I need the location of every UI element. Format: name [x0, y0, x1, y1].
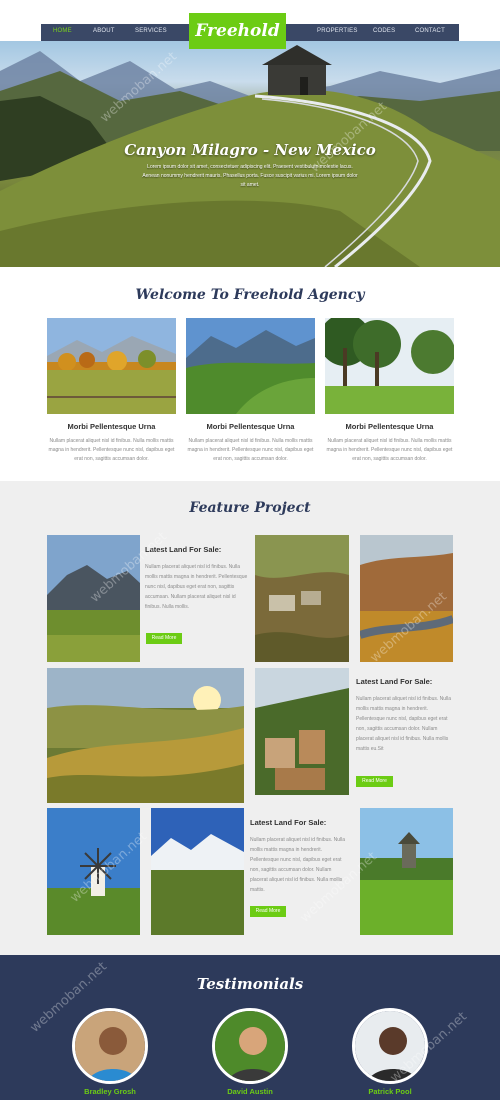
site-logo[interactable]: Freehold — [189, 13, 286, 49]
snowy-mountain-image — [151, 808, 244, 935]
feature-block-text: Nullam placerat aliquet nisl id finibus.… — [250, 837, 346, 893]
autumn-field-image — [47, 318, 176, 414]
feature-title: Feature Project — [189, 500, 311, 516]
card-title: Morbi Pellentesque Urna — [67, 422, 156, 431]
page: Canyon Milagro - New Mexico Lorem ipsum … — [0, 0, 500, 1100]
nav-about[interactable]: ABOUT — [93, 28, 115, 34]
card-title: Morbi Pellentesque Urna — [345, 422, 434, 431]
feature-block-title: Latest Land For Sale: — [145, 545, 222, 554]
mountain-farm-image — [47, 535, 140, 662]
green-valley-image — [186, 318, 315, 414]
feature-block-title: Latest Land For Sale: — [356, 677, 433, 686]
hero-text: Lorem ipsum dolor sit amet, consectetuer… — [142, 164, 358, 188]
feature-block-text: Nullam placerat aliquet nisl id finibus.… — [356, 696, 452, 752]
welcome-card-3: Morbi Pellentesque Urna Nullam placerat … — [325, 318, 454, 464]
card-text: Nullam placerat aliquet nisl id finibus.… — [326, 438, 453, 462]
nav-home[interactable]: HOME — [53, 28, 72, 34]
rocky-hillside-image — [255, 535, 349, 662]
gazebo-lawn-image — [360, 808, 453, 935]
card-text: Nullam placerat aliquet nisl id finibus.… — [187, 438, 314, 462]
nav-codes[interactable]: CODES — [373, 28, 395, 34]
read-more-button[interactable]: Read More — [356, 776, 393, 787]
welcome-title: Welcome To Freehold Agency — [135, 287, 365, 303]
feature-block-title: Latest Land For Sale: — [250, 818, 327, 827]
feature-block-1: Latest Land For Sale: Nullam placerat al… — [145, 545, 250, 612]
hillside-village-image — [255, 668, 349, 795]
feature-block-2: Latest Land For Sale: Nullam placerat al… — [356, 677, 456, 754]
card-text: Nullam placerat aliquet nisl id finibus.… — [48, 438, 175, 462]
avatar — [352, 1008, 428, 1084]
welcome-card-1: Morbi Pellentesque Urna Nullam placerat … — [47, 318, 176, 464]
welcome-card-2: Morbi Pellentesque Urna Nullam placerat … — [186, 318, 315, 464]
hero-banner: Canyon Milagro - New Mexico Lorem ipsum … — [0, 41, 500, 267]
testimonial-name: David Austin — [227, 1087, 273, 1096]
nav-properties[interactable]: PROPERTIES — [317, 28, 358, 34]
avatar — [212, 1008, 288, 1084]
feature-block-3: Latest Land For Sale: Nullam placerat al… — [250, 818, 350, 895]
feature-block-text: Nullam placerat aliquet nisl id finibus.… — [145, 564, 248, 610]
windmill-image — [47, 808, 140, 935]
read-more-button[interactable]: Read More — [250, 906, 286, 917]
avatar — [72, 1008, 148, 1084]
hero-title: Canyon Milagro - New Mexico — [124, 141, 376, 159]
read-more-button[interactable]: Read More — [146, 633, 182, 644]
park-trees-image — [325, 318, 454, 414]
testimonials-title: Testimonials — [196, 975, 304, 993]
testimonial-name: Bradley Grosh — [84, 1087, 136, 1096]
testimonial-name: Patrick Pool — [368, 1087, 412, 1096]
valley-sunrise-image — [47, 668, 244, 803]
nav-contact[interactable]: CONTACT — [415, 28, 445, 34]
autumn-road-image — [360, 535, 453, 662]
logo-text: Freehold — [195, 21, 280, 41]
card-title: Morbi Pellentesque Urna — [206, 422, 295, 431]
nav-services[interactable]: SERVICES — [135, 28, 167, 34]
